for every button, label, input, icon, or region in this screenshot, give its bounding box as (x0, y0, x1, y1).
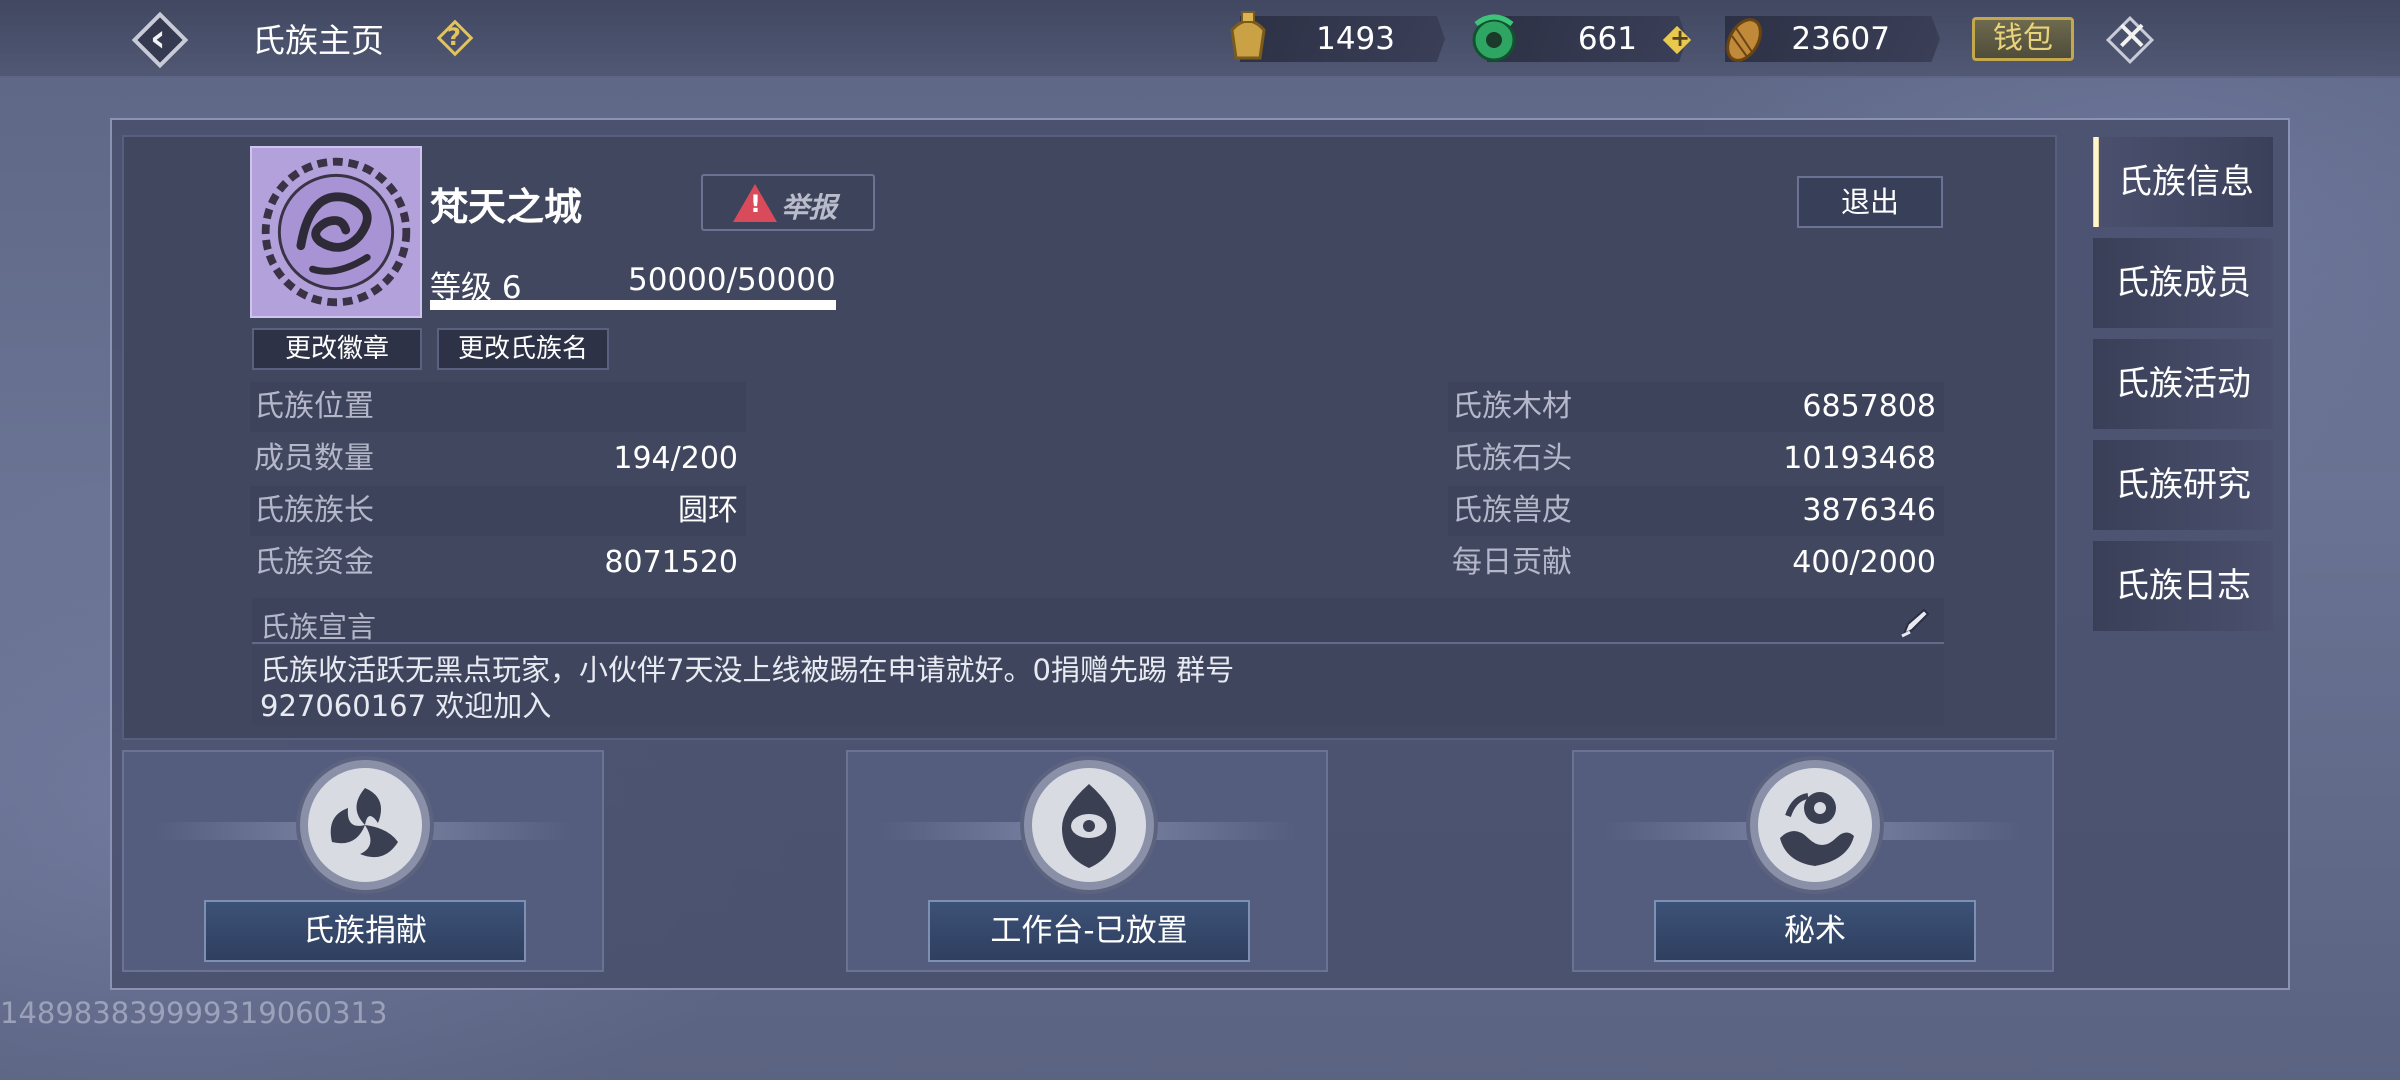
moon-wave-glyph (1780, 792, 1854, 866)
stat-value: 8071520 (604, 545, 738, 580)
resource-value: 661 (1577, 21, 1637, 57)
question-icon: ? (447, 23, 461, 51)
stat-label: 氏族木材 (1452, 389, 1572, 424)
donate-button[interactable]: 氏族捐献 (204, 900, 526, 962)
tab-clan-members[interactable]: 氏族成员 (2093, 238, 2273, 328)
tab-clan-log[interactable]: 氏族日志 (2093, 541, 2273, 631)
stat-value: 3876346 (1802, 493, 1936, 528)
clan-emblem-icon (250, 146, 422, 318)
back-button[interactable]: ‹ (128, 8, 192, 72)
stat-label: 成员数量 (254, 441, 374, 476)
card-wing-left (878, 822, 1028, 840)
warning-exclamation: ! (750, 190, 761, 218)
gold-bell-icon (1230, 11, 1266, 60)
tab-clan-activities[interactable]: 氏族活动 (2093, 339, 2273, 429)
wallet-button[interactable]: 钱包 (1972, 17, 2074, 61)
close-icon: ✕ (2115, 14, 2149, 60)
player-id-text: 1489838399993190603​13 (0, 996, 388, 1030)
plus-icon: + (1670, 24, 1691, 52)
stat-value: 6857808 (1802, 389, 1936, 424)
change-badge-button[interactable]: 更改徽章 (252, 328, 422, 370)
resource-value: 1493 (1316, 21, 1395, 57)
stat-label: 氏族位置 (254, 389, 374, 424)
logout-button[interactable]: 退出 (1797, 176, 1943, 228)
stat-value: 10193468 (1783, 441, 1936, 476)
eye-emblem-icon (1024, 760, 1154, 890)
stat-row-funds: 氏族资金 8071520 (250, 538, 746, 588)
feature-card-secret-art: 秘术 (1572, 750, 2054, 972)
stat-row-hide: 氏族兽皮 3876346 (1448, 486, 1944, 536)
workbench-button[interactable]: 工作台-已放置 (928, 900, 1250, 962)
help-button[interactable]: ? (436, 19, 474, 57)
stat-row-wood: 氏族木材 6857808 (1448, 382, 1944, 432)
moon-wave-emblem-icon (1750, 760, 1880, 890)
top-bar: ‹ 氏族主页 ? 1493 661 + 23607 钱包 ✕ (0, 0, 2400, 78)
declaration-text: 氏族收活跃无黑点玩家，小伙伴7天没上线被踢在申请就好。0捐赠先踢 群号 9270… (252, 646, 1944, 726)
jade-icon (1472, 14, 1516, 62)
swirl-glyph (330, 788, 398, 858)
stat-row-daily-contribution: 每日贡献 400/2000 (1448, 538, 1944, 588)
eye-glyph (1062, 784, 1116, 868)
stat-row-stone: 氏族石头 10193468 (1448, 434, 1944, 484)
change-name-button[interactable]: 更改氏族名 (437, 328, 609, 370)
stat-label: 氏族族长 (254, 493, 374, 528)
stat-value: 圆环 (678, 493, 738, 528)
add-jade-button[interactable]: + (1662, 24, 1692, 55)
exp-progress-bar (430, 300, 836, 310)
declaration-label: 氏族宣言 (260, 610, 377, 644)
edit-pen-icon[interactable] (1898, 606, 1932, 640)
report-button[interactable]: ! 举报 (701, 174, 875, 231)
stat-row-members: 成员数量 194/200 (250, 434, 746, 484)
clan-exp: 50000/50000 (628, 262, 836, 298)
stat-label: 氏族石头 (1452, 441, 1572, 476)
card-wing-right (422, 822, 572, 840)
tab-clan-research[interactable]: 氏族研究 (2093, 440, 2273, 530)
stat-row-leader: 氏族族长 圆环 (250, 486, 746, 536)
card-wing-right (1146, 822, 1296, 840)
chevron-left-icon: ‹ (150, 16, 166, 60)
shell-icon (1726, 18, 1762, 62)
stat-label: 每日贡献 (1452, 545, 1572, 580)
stat-value: 194/200 (613, 441, 738, 476)
stat-value: 400/2000 (1792, 545, 1936, 580)
resource-value: 23607 (1791, 21, 1890, 57)
card-wing-left (1604, 822, 1754, 840)
stat-label: 氏族资金 (254, 545, 374, 580)
stat-row-location: 氏族位置 (250, 382, 746, 432)
card-wing-right (1872, 822, 2022, 840)
stat-label: 氏族兽皮 (1452, 493, 1572, 528)
feature-card-donate: 氏族捐献 (122, 750, 604, 972)
secret-art-button[interactable]: 秘术 (1654, 900, 1976, 962)
card-wing-left (154, 822, 304, 840)
clan-name: 梵天之城 (430, 185, 583, 229)
page-title: 氏族主页 (252, 21, 384, 60)
report-label: 举报 (781, 191, 838, 224)
exp-progress-fill (430, 300, 836, 310)
swirl-emblem-icon (300, 760, 430, 890)
feature-card-workbench: 工作台-已放置 (846, 750, 1328, 972)
tab-clan-info[interactable]: 氏族信息 (2093, 137, 2273, 227)
declaration-header: 氏族宣言 (252, 598, 1944, 644)
close-button[interactable]: ✕ (2102, 12, 2158, 68)
